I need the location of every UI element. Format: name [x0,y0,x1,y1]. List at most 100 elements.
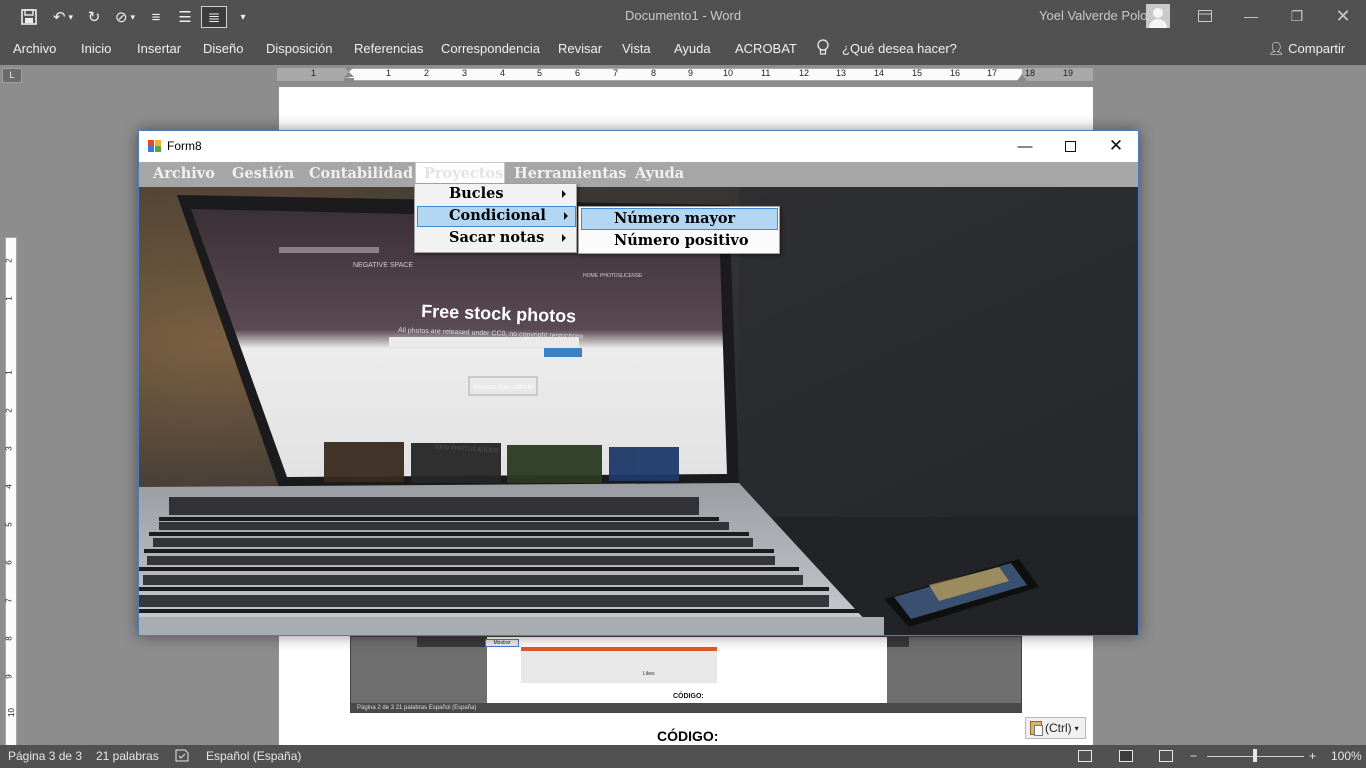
ruler-number: 8 [651,68,657,78]
paste-options-label: (Ctrl) [1045,721,1072,735]
embedded-screenshot[interactable]: Mostrar Likes CÓDIGO: Página 2 de 3 21 p… [350,636,1022,713]
align-center-icon[interactable]: ≡ [146,6,166,28]
submenu-arrow-icon [564,212,568,220]
justify-icon[interactable]: ☰ [175,6,195,28]
form-app-icon [148,140,161,152]
form-maximize-icon[interactable] [1055,135,1085,157]
menu-gestion[interactable]: Gestión [232,165,294,182]
tab-selector[interactable]: L [2,68,22,83]
tab-vista[interactable]: Vista [622,41,651,56]
menu-item-sacar-notas[interactable]: Sacar notas [417,228,574,249]
form-minimize-icon[interactable]: — [1010,135,1040,157]
proofing-icon[interactable] [175,749,189,765]
zoom-in-button[interactable]: + [1309,749,1316,763]
menu-item-label: Sacar notas [449,229,545,246]
page-count[interactable]: Página 3 de 3 [8,749,82,763]
ribbon-tabs: Archivo Inicio Insertar Diseño Disposici… [0,33,1366,65]
share-person-icon: 👤︎ [1268,41,1289,56]
tab-revisar[interactable]: Revisar [558,41,602,56]
menu-ayuda[interactable]: Ayuda [635,165,684,182]
embedded-image [521,647,717,683]
tab-acrobat[interactable]: ACROBAT [735,41,797,56]
ruler-number: 1 [4,370,14,375]
clipboard-icon [1030,721,1043,736]
right-indent-marker-icon[interactable] [1017,71,1027,81]
tab-ayuda[interactable]: Ayuda [674,41,711,56]
indent-marker-icon[interactable] [344,67,354,83]
minimize-icon[interactable]: — [1236,4,1266,28]
customize-toolbar-icon[interactable]: ▾ [235,6,251,28]
close-icon[interactable]: ✕ [1328,4,1358,28]
submenu-arrow-icon [562,190,566,198]
tab-diseno[interactable]: Diseño [203,41,243,56]
zoom-level[interactable]: 100% [1331,749,1362,763]
avatar[interactable] [1146,4,1170,28]
word-count[interactable]: 21 palabras [96,749,159,763]
ruler-number: 1 [311,68,317,78]
lightbulb-icon [817,39,829,55]
touch-mode-icon[interactable]: ⊘ ▾ [110,6,140,28]
word-titlebar: ↶ ▾ ↻ ⊘ ▾ ≡ ☰ ≣ ▾ Documento1 - Word Yoel V… [0,0,1366,33]
tab-inicio[interactable]: Inicio [81,41,111,56]
vertical-ruler[interactable]: 2 1 1 2 3 4 5 6 7 8 9 10 [5,237,17,747]
read-mode-icon[interactable] [1078,750,1092,762]
ruler-number: 6 [575,68,581,78]
proyectos-dropdown: Bucles Condicional Sacar notas [414,183,577,253]
tab-archivo[interactable]: Archivo [13,41,56,56]
background-photo: Free stock photos All photos are release… [139,187,1138,635]
ruler-number: 1 [386,68,392,78]
ruler-number: 9 [4,674,14,679]
tab-insertar[interactable]: Insertar [137,41,181,56]
undo-icon[interactable]: ↶ ▾ [48,6,78,28]
menu-archivo[interactable]: Archivo [153,165,215,182]
document-heading: CÓDIGO: [657,728,719,744]
menu-item-condicional[interactable]: Condicional [417,206,576,227]
menu-item-numero-positivo[interactable]: Número positivo [581,231,778,252]
form-close-icon[interactable]: ✕ [1101,135,1131,157]
menu-item-bucles[interactable]: Bucles [417,184,574,205]
ruler-number: 16 [950,68,961,78]
tab-correspondencia[interactable]: Correspondencia [441,41,540,56]
tab-disposicion[interactable]: Disposición [266,41,332,56]
ruler-number: 10 [723,68,734,78]
share-button[interactable]: 👤︎ Compartir [1268,41,1345,57]
zoom-slider-thumb[interactable] [1253,749,1257,762]
ruler-number: 2 [4,258,14,263]
print-layout-icon[interactable] [1119,750,1133,762]
ruler-number: 14 [874,68,885,78]
menu-item-numero-mayor[interactable]: Número mayor [581,208,778,230]
ruler-number: 17 [987,68,998,78]
ruler-number: 8 [4,636,14,641]
ruler-number: 2 [4,408,14,413]
condicional-submenu: Número mayor Número positivo [578,206,780,254]
save-icon[interactable] [18,6,40,28]
menu-contabilidad[interactable]: Contabilidad [309,165,413,182]
form-titlebar[interactable]: Form8 — ✕ [139,131,1138,162]
word-statusbar: Página 3 de 3 21 palabras Español (Españ… [0,745,1366,768]
ruler-number: 12 [799,68,810,78]
embedded-statusbar: Página 2 de 3 21 palabras Español (Españ… [351,703,1021,712]
menu-item-label: Bucles [449,185,504,202]
form-menubar: Archivo Gestión Contabilidad Proyectos H… [139,162,1138,187]
language[interactable]: Español (España) [206,749,301,763]
image-nav-photos: PHOTOS [600,273,622,279]
menu-item-label: Condicional [449,207,546,224]
menu-herramientas[interactable]: Herramientas [514,165,626,182]
ruler-number: 4 [4,484,14,489]
ruler-number: 19 [1063,68,1074,78]
image-nav-home: HOME [583,273,599,279]
tab-referencias[interactable]: Referencias [354,41,423,56]
restore-icon[interactable]: ❐ [1282,4,1312,28]
web-layout-icon[interactable] [1159,750,1173,762]
redo-icon[interactable]: ↻ [84,6,104,28]
user-name[interactable]: Yoel Valverde Polo [1039,8,1147,23]
paste-options-button[interactable]: (Ctrl) ▾ [1025,717,1086,739]
zoom-out-button[interactable]: − [1190,749,1197,763]
ruler-number: 6 [4,560,14,565]
tell-me-search[interactable]: ¿Qué desea hacer? [842,41,957,56]
horizontal-ruler[interactable]: 1 1 2 3 4 5 6 7 8 9 10 11 12 13 14 15 16… [277,67,1093,83]
ribbon-display-options-icon[interactable] [1190,4,1220,28]
share-label: Compartir [1288,41,1346,56]
submenu-arrow-icon [562,234,566,242]
align-left-icon[interactable]: ≣ [201,6,227,28]
